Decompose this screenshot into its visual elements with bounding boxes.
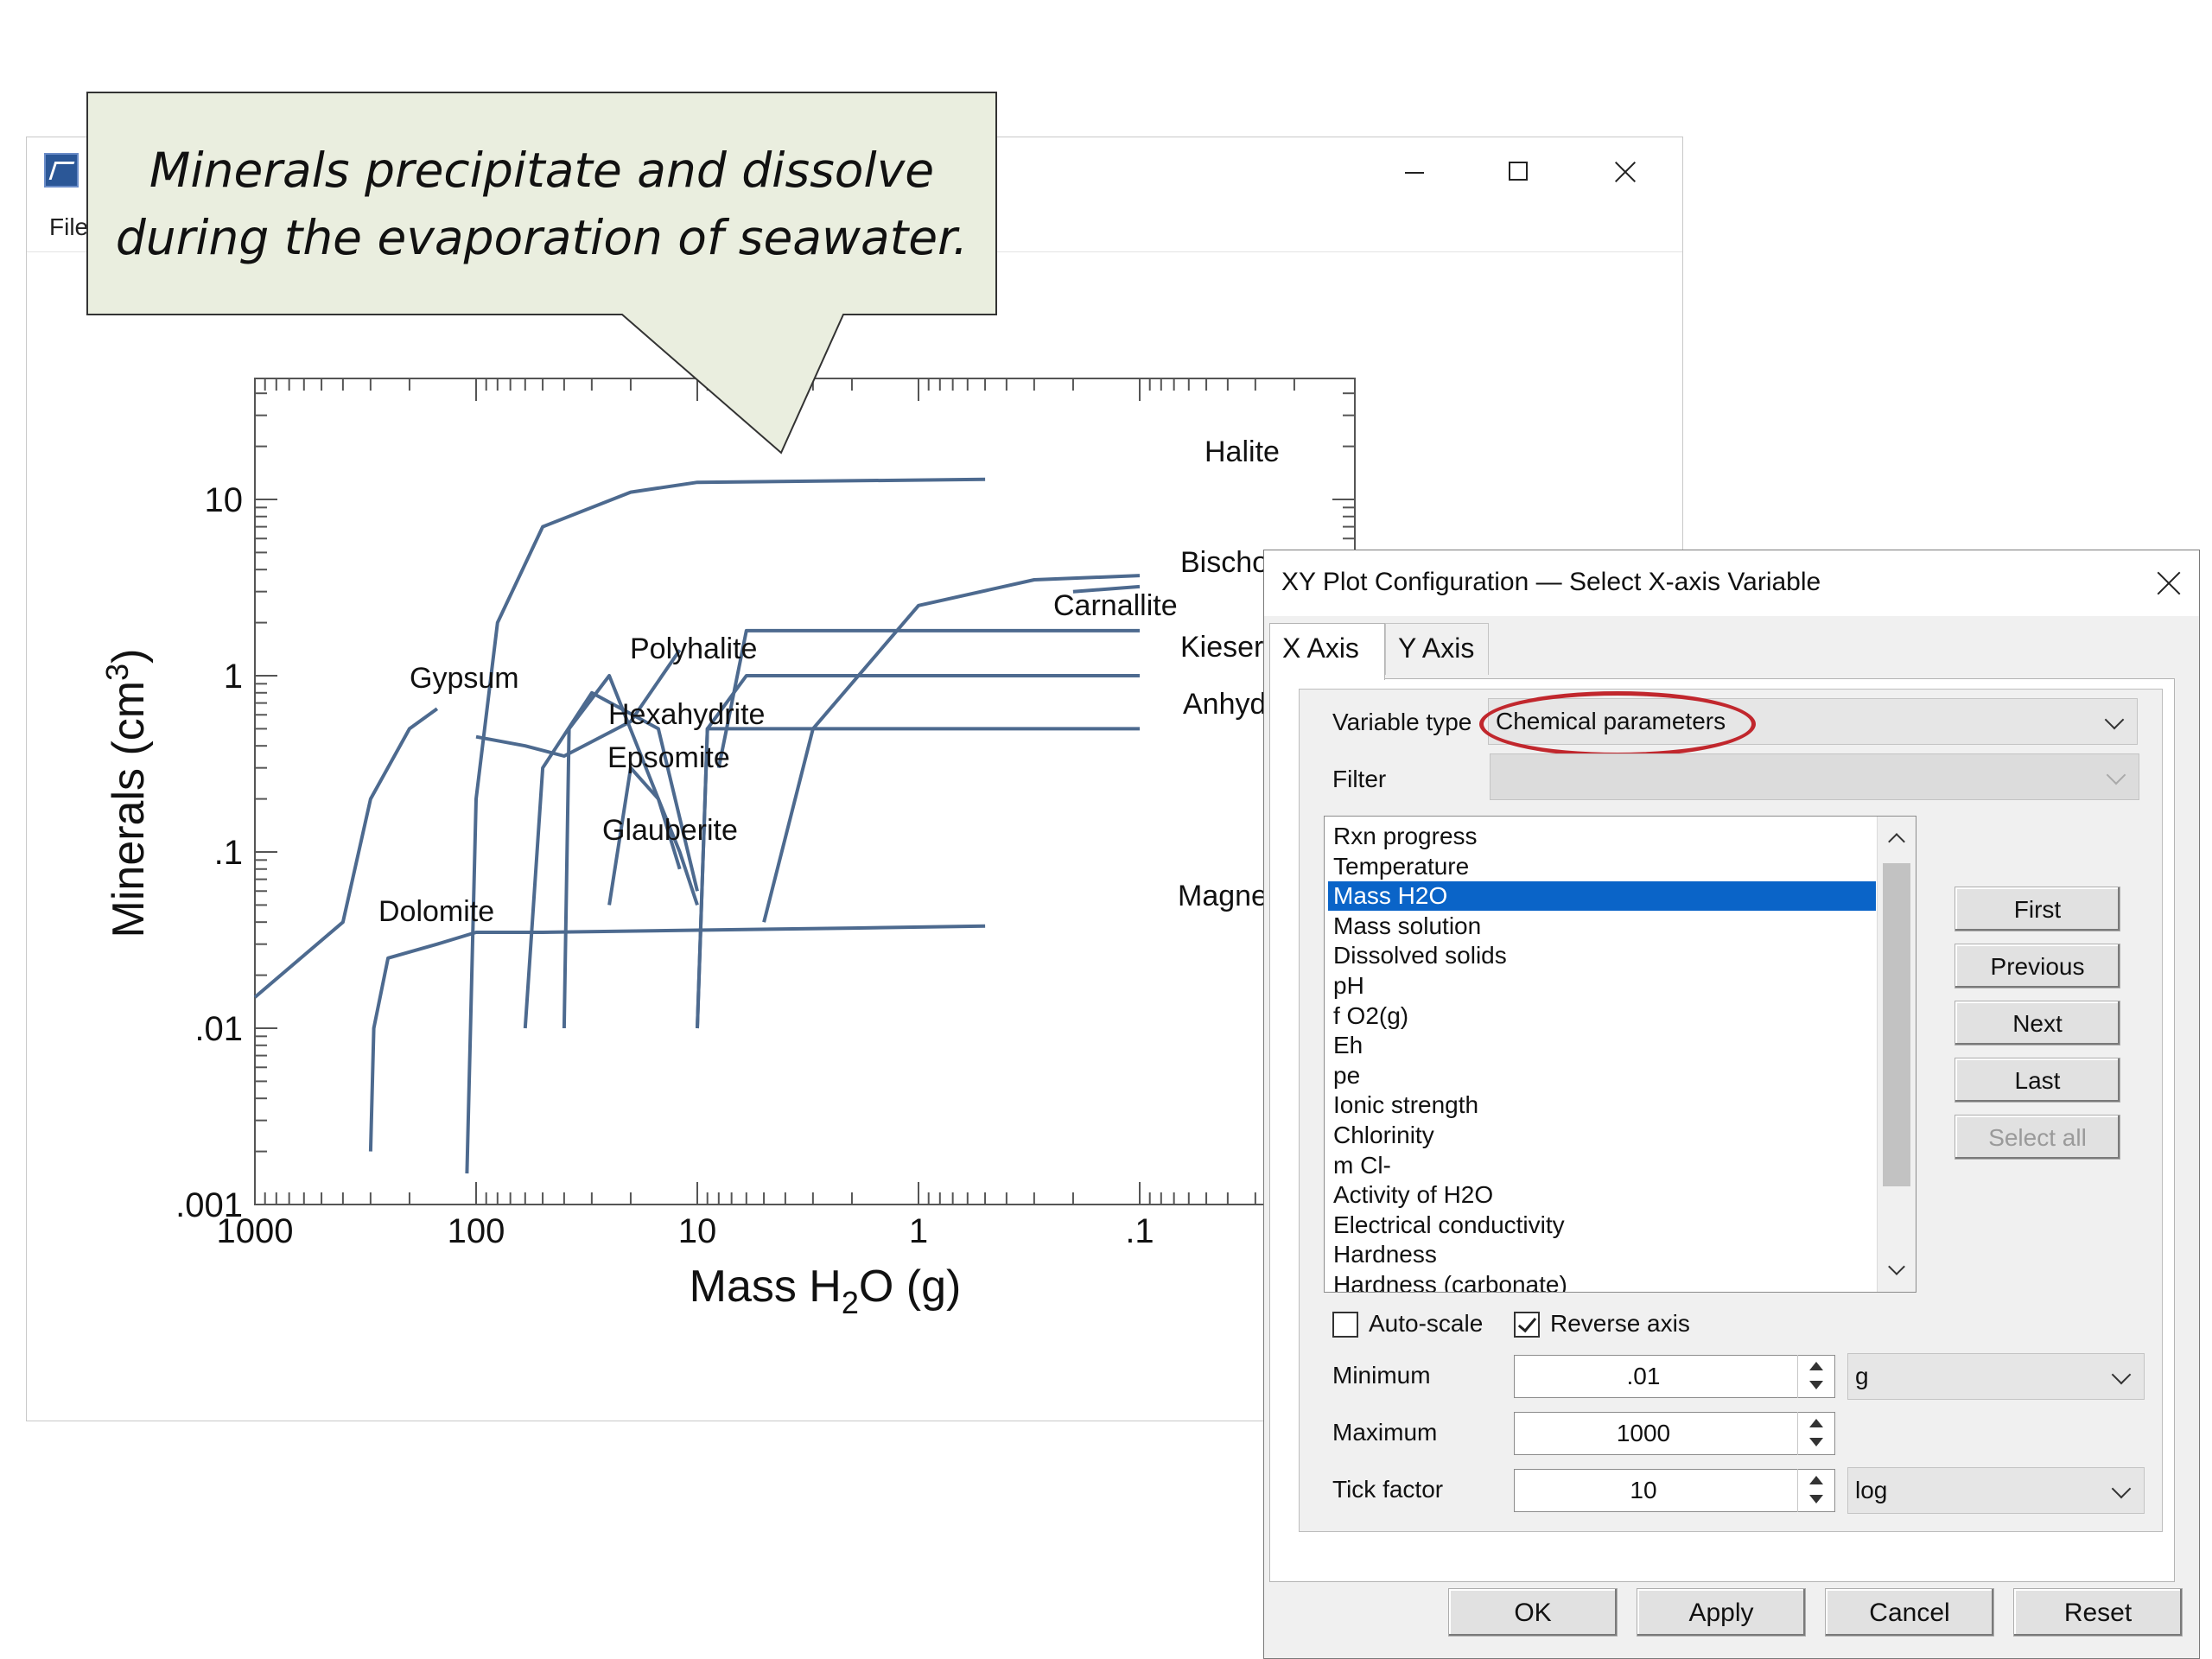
filter-label: Filter xyxy=(1332,766,1387,792)
list-item[interactable]: Eh xyxy=(1328,1031,1876,1060)
menu-file[interactable]: File xyxy=(49,213,88,241)
callout-text: Minerals precipitate and dissolve during… xyxy=(86,137,997,271)
spin-up-icon[interactable] xyxy=(1809,1476,1823,1484)
tab-y-axis[interactable]: Y Axis xyxy=(1385,623,1489,675)
callout-bubble: Minerals precipitate and dissolve during… xyxy=(86,92,997,454)
list-item[interactable]: Mass solution xyxy=(1328,912,1876,941)
scroll-thumb[interactable] xyxy=(1883,863,1910,1186)
variable-list[interactable]: Rxn progress Temperature Mass H2O Mass solu… xyxy=(1324,816,1916,1293)
spin-divider xyxy=(1797,1412,1798,1455)
tick-scale-value: log xyxy=(1855,1477,1888,1503)
previous-button[interactable]: Previous xyxy=(1955,944,2120,988)
tick-factor-spinner[interactable] xyxy=(1801,1469,1832,1512)
autoscale-checkbox[interactable] xyxy=(1332,1312,1358,1338)
list-item[interactable]: pH xyxy=(1328,971,1876,1001)
callout-line-1: Minerals precipitate and dissolve xyxy=(149,143,935,198)
variable-type-label: Variable type xyxy=(1332,709,1472,735)
ok-button[interactable]: OK xyxy=(1448,1588,1618,1637)
minimum-spinner[interactable] xyxy=(1801,1355,1832,1398)
list-scrollbar[interactable] xyxy=(1877,817,1916,1292)
minimum-unit-value: g xyxy=(1855,1363,1869,1389)
list-item[interactable]: Hardness xyxy=(1328,1240,1876,1269)
list-item[interactable]: Dissolved solids xyxy=(1328,941,1876,970)
select-all-button[interactable]: Select all xyxy=(1955,1115,2120,1160)
scroll-up-icon[interactable] xyxy=(1888,833,1905,850)
scroll-down-icon[interactable] xyxy=(1888,1258,1905,1275)
list-item[interactable]: Rxn progress xyxy=(1328,822,1876,851)
list-item[interactable]: f O2(g) xyxy=(1328,1001,1876,1031)
app-icon[interactable] xyxy=(44,153,79,188)
chevron-down-icon xyxy=(2104,709,2125,730)
callout-line-2: during the evaporation of seawater. xyxy=(115,210,969,265)
spin-divider xyxy=(1797,1355,1798,1398)
maximum-label: Maximum xyxy=(1332,1419,1438,1446)
cancel-button[interactable]: Cancel xyxy=(1825,1588,1994,1637)
reverse-axis-checkbox[interactable] xyxy=(1514,1312,1540,1338)
last-button[interactable]: Last xyxy=(1955,1058,2120,1103)
dialog-close-icon[interactable] xyxy=(2147,563,2190,606)
apply-button[interactable]: Apply xyxy=(1637,1588,1806,1637)
next-button[interactable]: Next xyxy=(1955,1001,2120,1046)
chevron-down-icon xyxy=(2111,1364,2132,1385)
tick-factor-label: Tick factor xyxy=(1332,1476,1444,1503)
list-item[interactable]: Electrical conductivity xyxy=(1328,1211,1876,1240)
minimum-label: Minimum xyxy=(1332,1362,1431,1389)
minimize-icon[interactable] xyxy=(1388,155,1440,189)
chevron-down-icon xyxy=(2106,765,2126,785)
list-item[interactable]: pe xyxy=(1328,1061,1876,1090)
filter-select[interactable] xyxy=(1490,753,2139,800)
spin-up-icon[interactable] xyxy=(1809,1362,1823,1370)
reset-button[interactable]: Reset xyxy=(2013,1588,2183,1637)
maximum-spinner[interactable] xyxy=(1801,1412,1832,1455)
spin-down-icon[interactable] xyxy=(1809,1381,1823,1389)
tick-scale-select[interactable]: log xyxy=(1847,1467,2145,1514)
maximum-input[interactable]: 1000 xyxy=(1514,1412,1835,1455)
maximize-icon[interactable] xyxy=(1491,155,1543,189)
spin-divider xyxy=(1797,1469,1798,1512)
list-item[interactable]: Mass H2O xyxy=(1328,881,1876,912)
close-icon[interactable] xyxy=(1599,155,1651,189)
first-button[interactable]: First xyxy=(1955,887,2120,931)
tick-factor-input[interactable]: 10 xyxy=(1514,1469,1835,1512)
spin-down-icon[interactable] xyxy=(1809,1438,1823,1446)
dialog-titlebar: XY Plot Configuration — Select X-axis Va… xyxy=(1264,550,2199,616)
minimum-input[interactable]: .01 xyxy=(1514,1355,1835,1398)
list-item[interactable]: Ionic strength xyxy=(1328,1090,1876,1120)
highlight-ellipse xyxy=(1479,691,1756,757)
list-item[interactable]: Hardness (carbonate) xyxy=(1328,1270,1876,1292)
reverse-axis-label: Reverse axis xyxy=(1550,1310,1690,1337)
list-item[interactable]: Activity of H2O xyxy=(1328,1180,1876,1210)
list-item[interactable]: Chlorinity xyxy=(1328,1121,1876,1150)
spin-down-icon[interactable] xyxy=(1809,1495,1823,1503)
list-item[interactable]: m Cl- xyxy=(1328,1151,1876,1180)
spin-up-icon[interactable] xyxy=(1809,1419,1823,1427)
tab-x-axis[interactable]: X Axis xyxy=(1269,623,1385,680)
chevron-down-icon xyxy=(2111,1478,2132,1499)
dialog-title: XY Plot Configuration — Select X-axis Va… xyxy=(1281,568,1821,596)
minimum-unit-select[interactable]: g xyxy=(1847,1353,2145,1400)
autoscale-label: Auto-scale xyxy=(1369,1310,1484,1337)
list-item[interactable]: Temperature xyxy=(1328,852,1876,881)
